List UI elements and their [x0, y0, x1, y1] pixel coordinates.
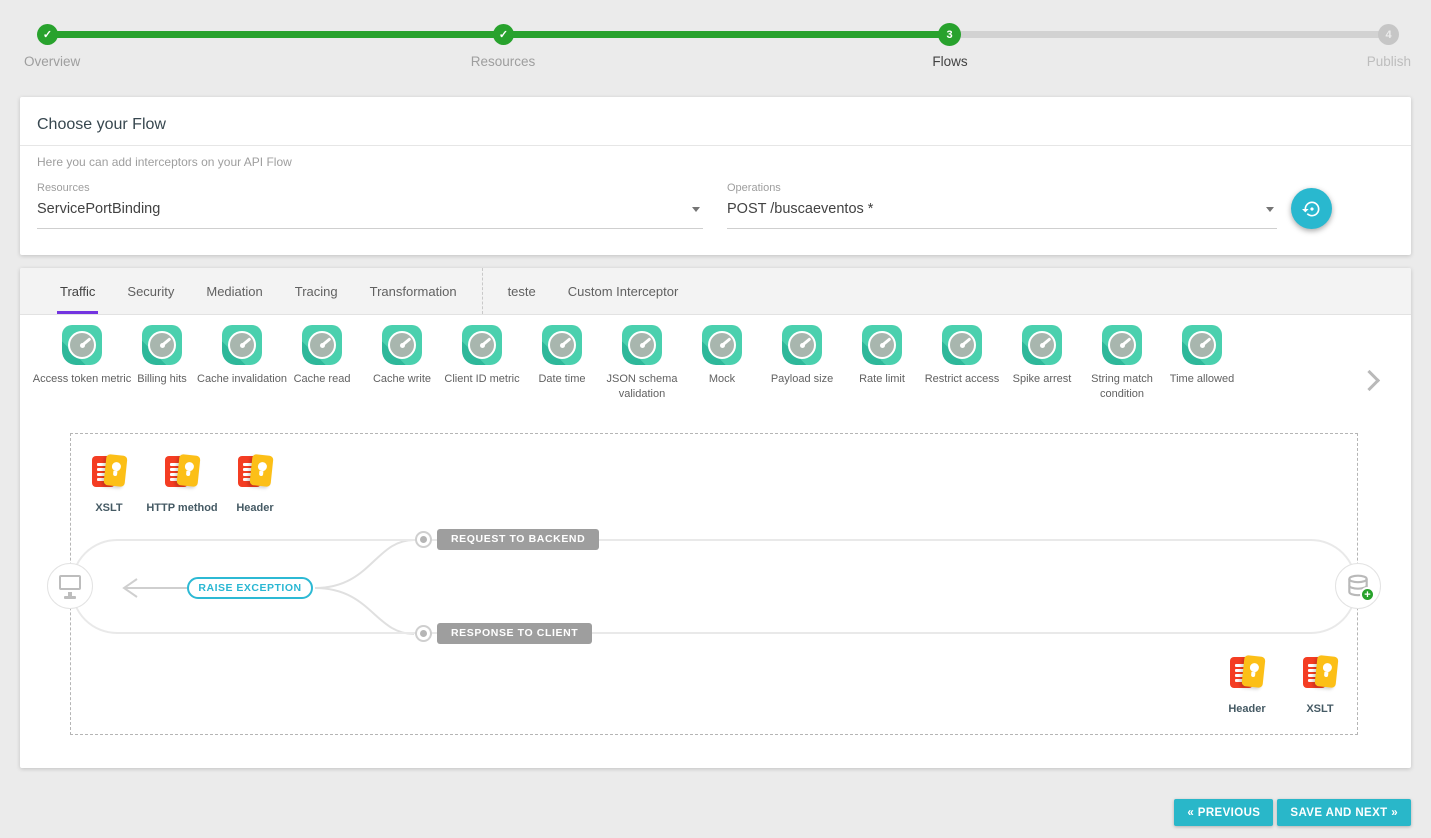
response-to-client-badge: RESPONSE TO CLIENT: [437, 623, 592, 644]
flow-interceptor-header-request[interactable]: Header: [235, 452, 275, 514]
tab-teste[interactable]: teste: [492, 268, 552, 314]
flow-history-button[interactable]: [1291, 188, 1332, 229]
tray-item-cache-invalidation[interactable]: Cache invalidation: [202, 325, 282, 410]
gauge-icon: [142, 325, 182, 365]
gauge-icon: [382, 325, 422, 365]
flow-interceptor-header-response[interactable]: Header: [1227, 653, 1267, 715]
resources-select-value: ServicePortBinding: [37, 201, 703, 217]
gauge-icon: [1022, 325, 1062, 365]
flow-interceptor-label: Header: [1228, 703, 1265, 715]
step-overview-dot[interactable]: ✓: [37, 24, 58, 45]
raise-exception-button[interactable]: RAISE EXCEPTION: [187, 577, 313, 599]
gauge-icon: [782, 325, 822, 365]
tray-item-rate-limit[interactable]: Rate limit: [842, 325, 922, 410]
flow-interceptor-http-method-request[interactable]: HTTP method: [162, 452, 202, 514]
chevron-down-icon: [692, 207, 700, 212]
backend-endpoint[interactable]: [1335, 563, 1381, 609]
tab-tracing[interactable]: Tracing: [279, 268, 354, 314]
tab-mediation[interactable]: Mediation: [190, 268, 278, 314]
flow-canvas: XSLT HTTP method Hea: [20, 410, 1411, 768]
gauge-icon: [702, 325, 742, 365]
client-monitor-icon: [58, 573, 82, 599]
gauge-icon: [462, 325, 502, 365]
tray-item-mock[interactable]: Mock: [682, 325, 762, 410]
wizard-footer: « PREVIOUS SAVE AND NEXT »: [1174, 799, 1411, 826]
step-flows-label: Flows: [932, 54, 967, 69]
card-subtitle: Here you can add interceptors on your AP…: [20, 146, 1411, 169]
tray-item-label: Time allowed: [1150, 372, 1254, 387]
operations-select-value: POST /buscaeventos *: [727, 201, 1277, 217]
operations-select[interactable]: Operations POST /buscaeventos *: [727, 182, 1277, 229]
tab-divider: [482, 268, 483, 314]
page-title: Choose your Flow: [20, 97, 1411, 145]
tab-traffic[interactable]: Traffic: [44, 268, 111, 314]
flow-selectors: Resources ServicePortBinding Operations …: [20, 169, 1411, 229]
transformation-icon: [162, 452, 202, 492]
request-interceptors-group: XSLT HTTP method Hea: [89, 452, 275, 514]
tray-item-restrict-access[interactable]: Restrict access: [922, 325, 1002, 410]
tray-item-string-match-condition[interactable]: String match condition: [1082, 325, 1162, 410]
interceptor-tray: Access token metric Billing hits Cache i…: [20, 315, 1411, 410]
flow-wizard-page: ✓ ✓ 3 4 Overview Resources Flows Publish…: [0, 0, 1431, 838]
operations-select-label: Operations: [727, 182, 1277, 194]
gauge-icon: [942, 325, 982, 365]
transformation-icon: [235, 452, 275, 492]
gauge-icon: [222, 325, 262, 365]
choose-flow-card: Choose your Flow Here you can add interc…: [20, 97, 1411, 255]
tab-security[interactable]: Security: [111, 268, 190, 314]
step-publish-label: Publish: [1367, 54, 1411, 69]
stepper-connector: [47, 31, 503, 38]
resources-select-label: Resources: [37, 182, 703, 194]
step-overview-label: Overview: [24, 54, 80, 69]
transformation-icon: [1227, 653, 1267, 693]
stepper-connector: [949, 31, 1388, 38]
request-to-backend-badge: REQUEST TO BACKEND: [437, 529, 599, 550]
stepper-connector: [503, 31, 949, 38]
step-publish-dot: 4: [1378, 24, 1399, 45]
tray-item-access-token-metric[interactable]: Access token metric: [42, 325, 122, 410]
step-resources-dot[interactable]: ✓: [493, 24, 514, 45]
restore-icon: [1302, 199, 1322, 219]
transformation-icon: [1300, 653, 1340, 693]
step-resources-label: Resources: [471, 54, 536, 69]
tray-item-time-allowed[interactable]: Time allowed: [1162, 325, 1242, 410]
transformation-icon: [89, 452, 129, 492]
tray-item-cache-read[interactable]: Cache read: [282, 325, 362, 410]
tray-item-client-id-metric[interactable]: Client ID metric: [442, 325, 522, 410]
chevron-down-icon: [1266, 207, 1274, 212]
add-backend-icon[interactable]: [1360, 587, 1375, 602]
tray-item-payload-size[interactable]: Payload size: [762, 325, 842, 410]
flow-interceptor-label: XSLT: [95, 502, 122, 514]
tab-custom-interceptor[interactable]: Custom Interceptor: [552, 268, 695, 314]
step-flows-dot[interactable]: 3: [938, 23, 961, 46]
flow-interceptor-xslt-request[interactable]: XSLT: [89, 452, 129, 514]
flow-editor-card: Traffic Security Mediation Tracing Trans…: [20, 268, 1411, 768]
tray-scroll-right-chevron-icon[interactable]: [1359, 370, 1380, 391]
gauge-icon: [62, 325, 102, 365]
tab-transformation[interactable]: Transformation: [354, 268, 473, 314]
wizard-stepper: ✓ ✓ 3 4 Overview Resources Flows Publish: [0, 0, 1431, 80]
gauge-icon: [1102, 325, 1142, 365]
flow-interceptor-label: Header: [236, 502, 273, 514]
save-and-next-button[interactable]: SAVE AND NEXT »: [1277, 799, 1411, 826]
tray-item-json-schema-validation[interactable]: JSON schema validation: [602, 325, 682, 410]
gauge-icon: [542, 325, 582, 365]
flow-drop-zone[interactable]: XSLT HTTP method Hea: [70, 433, 1358, 735]
request-flow-marker[interactable]: [415, 531, 432, 548]
response-interceptors-group: Header XSLT: [1227, 653, 1340, 715]
flow-interceptor-xslt-response[interactable]: XSLT: [1300, 653, 1340, 715]
gauge-icon: [862, 325, 902, 365]
gauge-icon: [622, 325, 662, 365]
response-flow-marker[interactable]: [415, 625, 432, 642]
interceptor-tabs: Traffic Security Mediation Tracing Trans…: [20, 268, 1411, 315]
previous-button[interactable]: « PREVIOUS: [1174, 799, 1273, 826]
client-endpoint: [47, 563, 93, 609]
tray-item-cache-write[interactable]: Cache write: [362, 325, 442, 410]
gauge-icon: [302, 325, 342, 365]
flow-interceptor-label: XSLT: [1306, 703, 1333, 715]
resources-select[interactable]: Resources ServicePortBinding: [37, 182, 703, 229]
gauge-icon: [1182, 325, 1222, 365]
tray-item-billing-hits[interactable]: Billing hits: [122, 325, 202, 410]
flow-interceptor-label: HTTP method: [146, 502, 217, 514]
